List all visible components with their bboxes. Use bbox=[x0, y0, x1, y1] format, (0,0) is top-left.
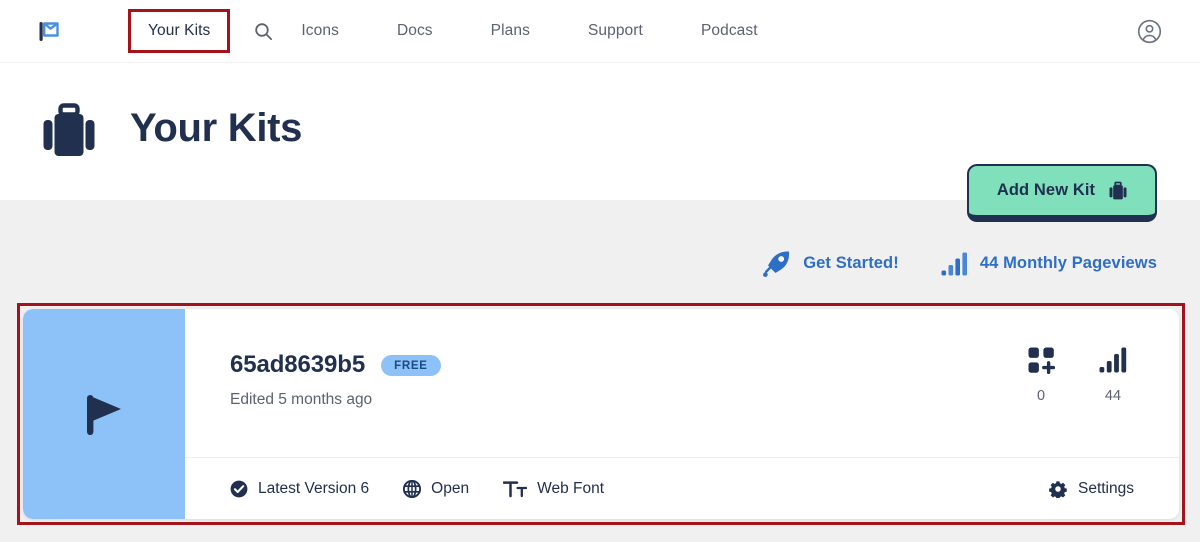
kit-metrics: 0 44 bbox=[1020, 345, 1134, 404]
brand-logo[interactable] bbox=[36, 19, 62, 43]
monthly-pageviews-link[interactable]: 44 Monthly Pageviews bbox=[941, 252, 1157, 276]
chart-bar-icon bbox=[1099, 345, 1127, 375]
add-new-kit-label: Add New Kit bbox=[996, 181, 1096, 199]
kit-main: 65ad8639b5 FREE Edited 5 months ago 0 44 bbox=[185, 309, 1179, 457]
page-header-briefcase-icon bbox=[42, 103, 96, 159]
kit-body: 65ad8639b5 FREE Edited 5 months ago 0 44… bbox=[185, 309, 1179, 519]
gear-icon bbox=[1049, 480, 1067, 498]
kit-metric-pageviews[interactable]: 44 bbox=[1092, 345, 1134, 404]
nav-item-podcast[interactable]: Podcast bbox=[701, 22, 758, 40]
briefcase-icon bbox=[43, 103, 95, 156]
kit-metric-pageviews-value: 44 bbox=[1104, 388, 1122, 404]
kit-action-version-label: Latest Version 6 bbox=[258, 479, 370, 497]
briefcase-icon bbox=[1109, 181, 1127, 199]
flag-icon bbox=[39, 21, 59, 41]
kit-action-web-font-label: Web Font bbox=[537, 479, 605, 497]
nav-item-icons-label: Icons bbox=[301, 22, 339, 39]
user-circle-icon bbox=[1137, 19, 1162, 44]
nav-item-plans[interactable]: Plans bbox=[491, 22, 530, 40]
kit-info: 65ad8639b5 FREE Edited 5 months ago bbox=[230, 351, 441, 409]
kit-action-open-label: Open bbox=[431, 479, 470, 497]
globe-icon bbox=[403, 479, 422, 498]
get-started-label: Get Started! bbox=[803, 254, 899, 272]
account-button[interactable] bbox=[1137, 19, 1162, 44]
chart-bar-icon bbox=[941, 252, 967, 275]
stats-row: Get Started! 44 Monthly Pageviews bbox=[763, 250, 1157, 277]
search-icon bbox=[255, 22, 272, 40]
kit-actions: Latest Version 6 Open Web Font bbox=[230, 479, 604, 498]
nav-item-plans-label: Plans bbox=[490, 22, 530, 39]
kit-name[interactable]: 65ad8639b5 bbox=[230, 351, 365, 379]
kit-plan-badge: FREE bbox=[381, 354, 441, 376]
kit-action-open[interactable]: Open bbox=[403, 479, 470, 498]
get-started-link[interactable]: Get Started! bbox=[763, 250, 899, 277]
nav-item-podcast-label: Podcast bbox=[700, 22, 758, 39]
rocket-icon bbox=[763, 251, 790, 277]
kit-edited-timestamp: Edited 5 months ago bbox=[230, 391, 373, 408]
page-root: Your Kits Icons Docs Plans Support Podca… bbox=[0, 0, 1200, 542]
check-circle-icon bbox=[230, 480, 248, 497]
nav-item-your-kits[interactable]: Your Kits bbox=[127, 9, 231, 53]
kit-metric-icons-value: 0 bbox=[1036, 388, 1046, 404]
kit-action-version[interactable]: Latest Version 6 bbox=[230, 480, 369, 498]
page-header: Your Kits Add New Kit bbox=[0, 62, 1200, 222]
kit-title-row: 65ad8639b5 FREE bbox=[230, 351, 441, 379]
web-font-icon bbox=[503, 480, 528, 497]
nav-item-search[interactable] bbox=[242, 22, 284, 41]
icons-grid-plus-icon bbox=[1028, 345, 1055, 375]
top-navigation-bar: Your Kits Icons Docs Plans Support Podca… bbox=[0, 0, 1200, 62]
flag-icon bbox=[87, 395, 121, 435]
nav-item-your-kits-label: Your Kits bbox=[148, 22, 211, 39]
nav-item-support[interactable]: Support bbox=[588, 22, 643, 40]
kit-footer: Latest Version 6 Open Web Font Settings bbox=[185, 457, 1179, 519]
add-new-kit-button[interactable]: Add New Kit bbox=[967, 164, 1157, 222]
monthly-pageviews-label: 44 Monthly Pageviews bbox=[979, 254, 1157, 272]
kit-settings-link[interactable]: Settings bbox=[1049, 480, 1134, 498]
nav-item-support-label: Support bbox=[587, 22, 643, 39]
kit-thumbnail[interactable] bbox=[23, 309, 185, 519]
nav-item-icons[interactable]: Icons bbox=[301, 22, 339, 40]
kit-card[interactable]: 65ad8639b5 FREE Edited 5 months ago 0 44… bbox=[23, 309, 1179, 519]
kit-action-web-font[interactable]: Web Font bbox=[503, 480, 604, 498]
nav-item-docs[interactable]: Docs bbox=[397, 22, 433, 40]
page-title: Your Kits bbox=[130, 106, 303, 150]
nav-item-docs-label: Docs bbox=[396, 22, 433, 39]
nav-items: Your Kits Icons Docs Plans Support Podca… bbox=[127, 0, 758, 62]
kit-settings-label: Settings bbox=[1077, 479, 1134, 497]
kit-metric-icons[interactable]: 0 bbox=[1020, 345, 1062, 404]
